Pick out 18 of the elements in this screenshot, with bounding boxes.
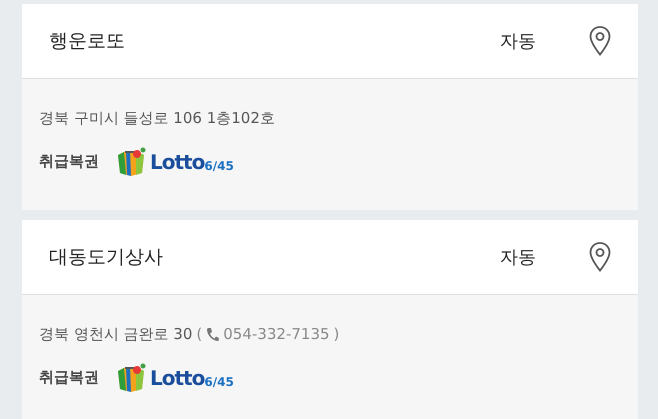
map-pin-icon[interactable] bbox=[589, 242, 611, 272]
paren-text: ) bbox=[334, 324, 340, 345]
sale-type: 자동 bbox=[500, 246, 536, 270]
logo-text: 6/45 bbox=[204, 374, 234, 390]
store-address: 경북 영천시 금완로 30 bbox=[39, 324, 192, 345]
sale-type: 자동 bbox=[500, 30, 536, 54]
map-pin-icon[interactable] bbox=[589, 26, 611, 56]
phone-number: 054-332-7135 bbox=[223, 324, 330, 345]
logo-text: 6/45 bbox=[204, 158, 234, 174]
logo-text: Lotto bbox=[150, 364, 204, 392]
paren-text: ( bbox=[196, 324, 202, 345]
store-name: 대동도기상사 bbox=[49, 244, 164, 270]
lottery-label: 취급복권 bbox=[39, 151, 99, 172]
lottery-label: 취급복권 bbox=[39, 367, 99, 388]
phone-icon bbox=[206, 326, 220, 342]
store-address: 경북 구미시 들성로 106 1층102호 bbox=[39, 108, 275, 129]
store-name: 행운로또 bbox=[49, 28, 126, 54]
logo-text: Lotto bbox=[150, 148, 204, 176]
